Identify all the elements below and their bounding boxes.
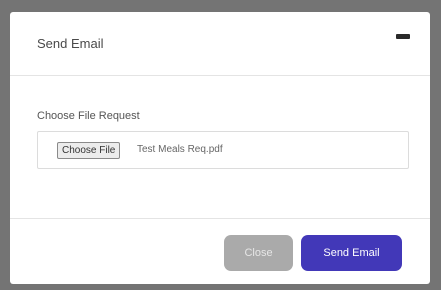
close-button[interactable]: Close (224, 235, 293, 271)
send-email-modal: Send Email Choose File Request Choose Fi… (10, 12, 430, 284)
modal-header: Send Email (10, 12, 430, 76)
choose-file-request-label: Choose File Request (37, 110, 140, 122)
file-input-container: Choose File Test Meals Req.pdf (37, 131, 409, 169)
modal-footer: Close Send Email (10, 218, 430, 284)
choose-file-button[interactable]: Choose File (57, 142, 121, 159)
selected-file-name: Test Meals Req.pdf (137, 144, 223, 155)
modal-title: Send Email (37, 36, 104, 51)
minimize-icon[interactable] (396, 34, 410, 39)
send-email-button[interactable]: Send Email (301, 235, 402, 271)
